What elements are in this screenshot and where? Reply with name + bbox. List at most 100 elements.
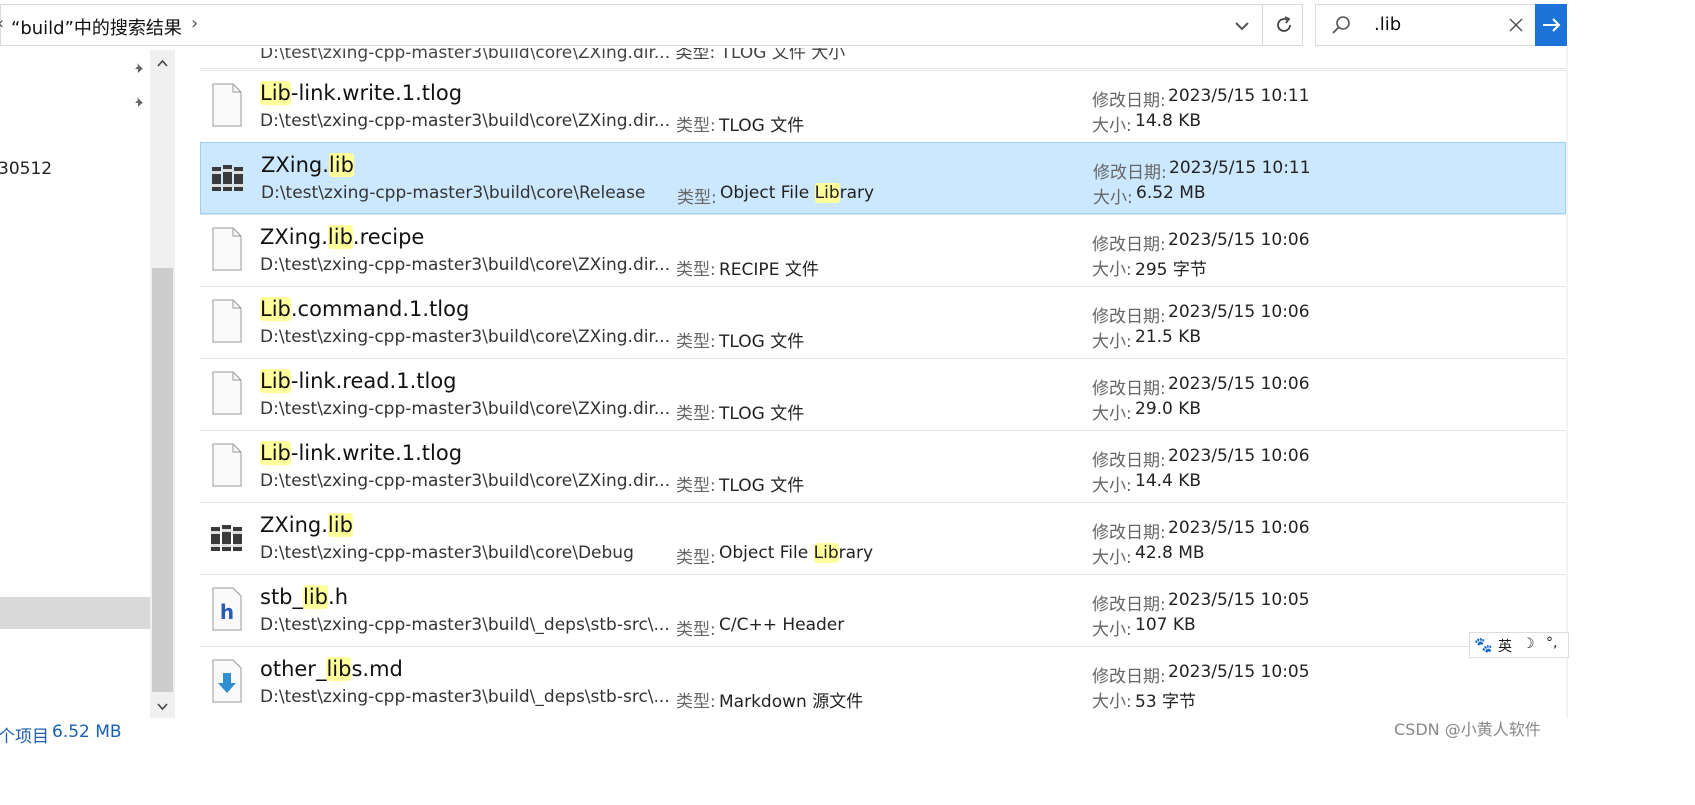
scroll-down-icon[interactable] [155, 699, 170, 714]
ime-language[interactable]: 英 [1498, 636, 1512, 656]
punctuation-icon[interactable]: °, [1546, 635, 1557, 651]
close-icon[interactable] [1506, 15, 1526, 35]
scroll-up-icon[interactable] [155, 56, 170, 71]
modified-date: 2023/5/15 10:06 [1168, 518, 1310, 538]
file-type-prefix: Object File [719, 543, 814, 563]
nav-item-selected[interactable] [0, 597, 150, 629]
type-label: 类型: [676, 692, 716, 712]
pin-icon[interactable] [130, 60, 148, 78]
file-type: TLOG 文件 [719, 399, 804, 424]
file-name-suffix: -link.write.1.tlog [290, 441, 463, 465]
file-name-prefix: ZXing. [260, 225, 328, 249]
file-name[interactable]: Lib.command.1.tlog [260, 297, 469, 321]
file-name[interactable]: ZXing.lib.recipe [260, 225, 424, 249]
file-name[interactable]: Lib-link.write.1.tlog [260, 441, 462, 465]
search-go-button[interactable] [1535, 4, 1567, 46]
list-item[interactable]: Lib-link.read.1.tlog D:\test\zxing-cpp-ma… [200, 358, 1566, 430]
file-name-suffix: .h [328, 585, 349, 609]
size-label: 大小: [1092, 332, 1132, 352]
list-item[interactable]: other_libs.md D:\test\zxing-cpp-master3\b… [200, 646, 1566, 718]
back-chevron-icon[interactable]: ‹ [0, 13, 4, 34]
file-type-prefix: Object File [720, 183, 815, 203]
size-label: 大小: [1092, 548, 1132, 568]
file-path: D:\test\zxing-cpp-master3\build\core\Deb… [260, 543, 634, 563]
file-name[interactable]: stb_lib.h [260, 585, 348, 609]
file-name-suffix: .command.1.tlog [290, 297, 470, 321]
file-type-prefix: TLOG 文件 [719, 116, 805, 136]
file-name-prefix: ZXing. [261, 153, 329, 177]
list-item[interactable]: Lib.command.1.tlog D:\test\zxing-cpp-mast… [200, 286, 1566, 358]
file-path: D:\test\zxing-cpp-master3\build\_deps\st… [260, 615, 670, 635]
match-highlight: Lib [260, 441, 291, 465]
file-type-prefix: TLOG 文件 [719, 476, 805, 496]
file-type-prefix: TLOG 文件 [719, 404, 805, 424]
modified-label: 修改日期: [1092, 91, 1166, 111]
size-label: 大小: [1092, 692, 1132, 712]
file-name[interactable]: ZXing.lib [260, 513, 353, 537]
address-bar[interactable]: ‹ “build”中的搜索结果 › [0, 4, 1303, 46]
blank-file-icon [210, 443, 244, 487]
breadcrumb[interactable]: “build”中的搜索结果 [11, 14, 182, 40]
file-name-suffix: s.md [351, 657, 403, 681]
list-row-partial: D:\test\zxing-cpp-master3\build\core\ZXi… [200, 48, 1566, 69]
file-name[interactable]: Lib-link.read.1.tlog [260, 369, 457, 393]
paw-icon[interactable]: 🐾 [1474, 636, 1493, 654]
moon-icon[interactable]: ☽ [1522, 636, 1535, 652]
modified-date: 2023/5/15 10:06 [1168, 446, 1310, 466]
match-highlight: lib [327, 513, 353, 537]
refresh-button[interactable] [1262, 4, 1304, 46]
size-label: 大小: [1093, 188, 1133, 208]
list-item[interactable]: ZXing.lib.recipe D:\test\zxing-cpp-master… [200, 214, 1566, 286]
list-item[interactable]: Lib-link.write.1.tlog D:\test\zxing-cpp-m… [200, 430, 1566, 502]
file-path: D:\test\zxing-cpp-master3\build\core\ZXi… [260, 399, 670, 419]
file-size: 14.8 KB [1135, 111, 1202, 131]
match-highlight: lib [326, 657, 352, 681]
file-type-prefix: C/C++ Header [719, 615, 845, 635]
search-input[interactable]: .lib [1374, 14, 1401, 35]
match-highlight: Lib [813, 543, 839, 563]
file-type-suffix: rary [839, 183, 875, 203]
size-label: 大小: [1092, 404, 1132, 424]
size-label: 大小: [1092, 476, 1132, 496]
selected-size: 6.52 MB [52, 722, 122, 742]
type-label: 类型: [676, 404, 716, 424]
file-name-prefix: ZXing. [260, 513, 328, 537]
modified-date: 2023/5/15 10:06 [1168, 374, 1310, 394]
file-name[interactable]: other_libs.md [260, 657, 403, 681]
list-scrollbar[interactable] [1566, 48, 1568, 718]
modified-label: 修改日期: [1092, 595, 1166, 615]
search-box[interactable]: .lib [1315, 4, 1555, 46]
scrollbar-thumb[interactable] [152, 268, 173, 692]
breadcrumb-chevron-icon[interactable]: › [191, 13, 198, 34]
modified-label: 修改日期: [1092, 379, 1166, 399]
file-name[interactable]: Lib-link.write.1.tlog [260, 81, 462, 105]
nav-scrollbar[interactable] [150, 50, 175, 718]
file-path: D:\test\zxing-cpp-master3\build\core\ZXi… [260, 111, 670, 131]
list-item[interactable]: ZXing.lib D:\test\zxing-cpp-master3\build… [200, 142, 1566, 214]
results-list: D:\test\zxing-cpp-master3\build\core\ZXi… [200, 48, 1566, 718]
file-name[interactable]: ZXing.lib [261, 153, 354, 177]
navigation-pane[interactable]: 30512 [0, 50, 150, 715]
type-label: 类型: [676, 116, 716, 136]
file-size: 107 KB [1135, 615, 1196, 635]
list-item[interactable]: h stb_lib.h D:\test\zxing-cpp-master3\buil… [200, 574, 1566, 646]
file-type-prefix: Markdown 源文件 [719, 692, 864, 712]
modified-label: 修改日期: [1092, 451, 1166, 471]
nav-item[interactable]: 30512 [0, 159, 52, 179]
file-type: Object File Library [719, 543, 873, 563]
file-path: D:\test\zxing-cpp-master3\build\core\ZXi… [260, 471, 670, 491]
chevron-down-icon[interactable] [1231, 15, 1253, 37]
match-highlight: Lib [260, 369, 291, 393]
file-size: 53 字节 [1135, 692, 1197, 712]
modified-date: 2023/5/15 10:06 [1168, 230, 1310, 250]
list-item[interactable]: Lib-link.write.1.tlog D:\test\zxing-cpp-m… [200, 70, 1566, 142]
markdown-file-icon [210, 659, 244, 703]
list-item[interactable]: ZXing.lib D:\test\zxing-cpp-master3\build… [200, 502, 1566, 574]
modified-label: 修改日期: [1093, 163, 1167, 183]
file-path: D:\test\zxing-cpp-master3\build\core\ZXi… [260, 327, 670, 347]
ime-toolbar[interactable]: 🐾 英 ☽ °, [1469, 632, 1569, 658]
modified-label: 修改日期: [1092, 307, 1166, 327]
blank-file-icon [210, 299, 244, 343]
size-label: 大小: [1092, 620, 1132, 640]
pin-icon[interactable] [130, 94, 148, 112]
